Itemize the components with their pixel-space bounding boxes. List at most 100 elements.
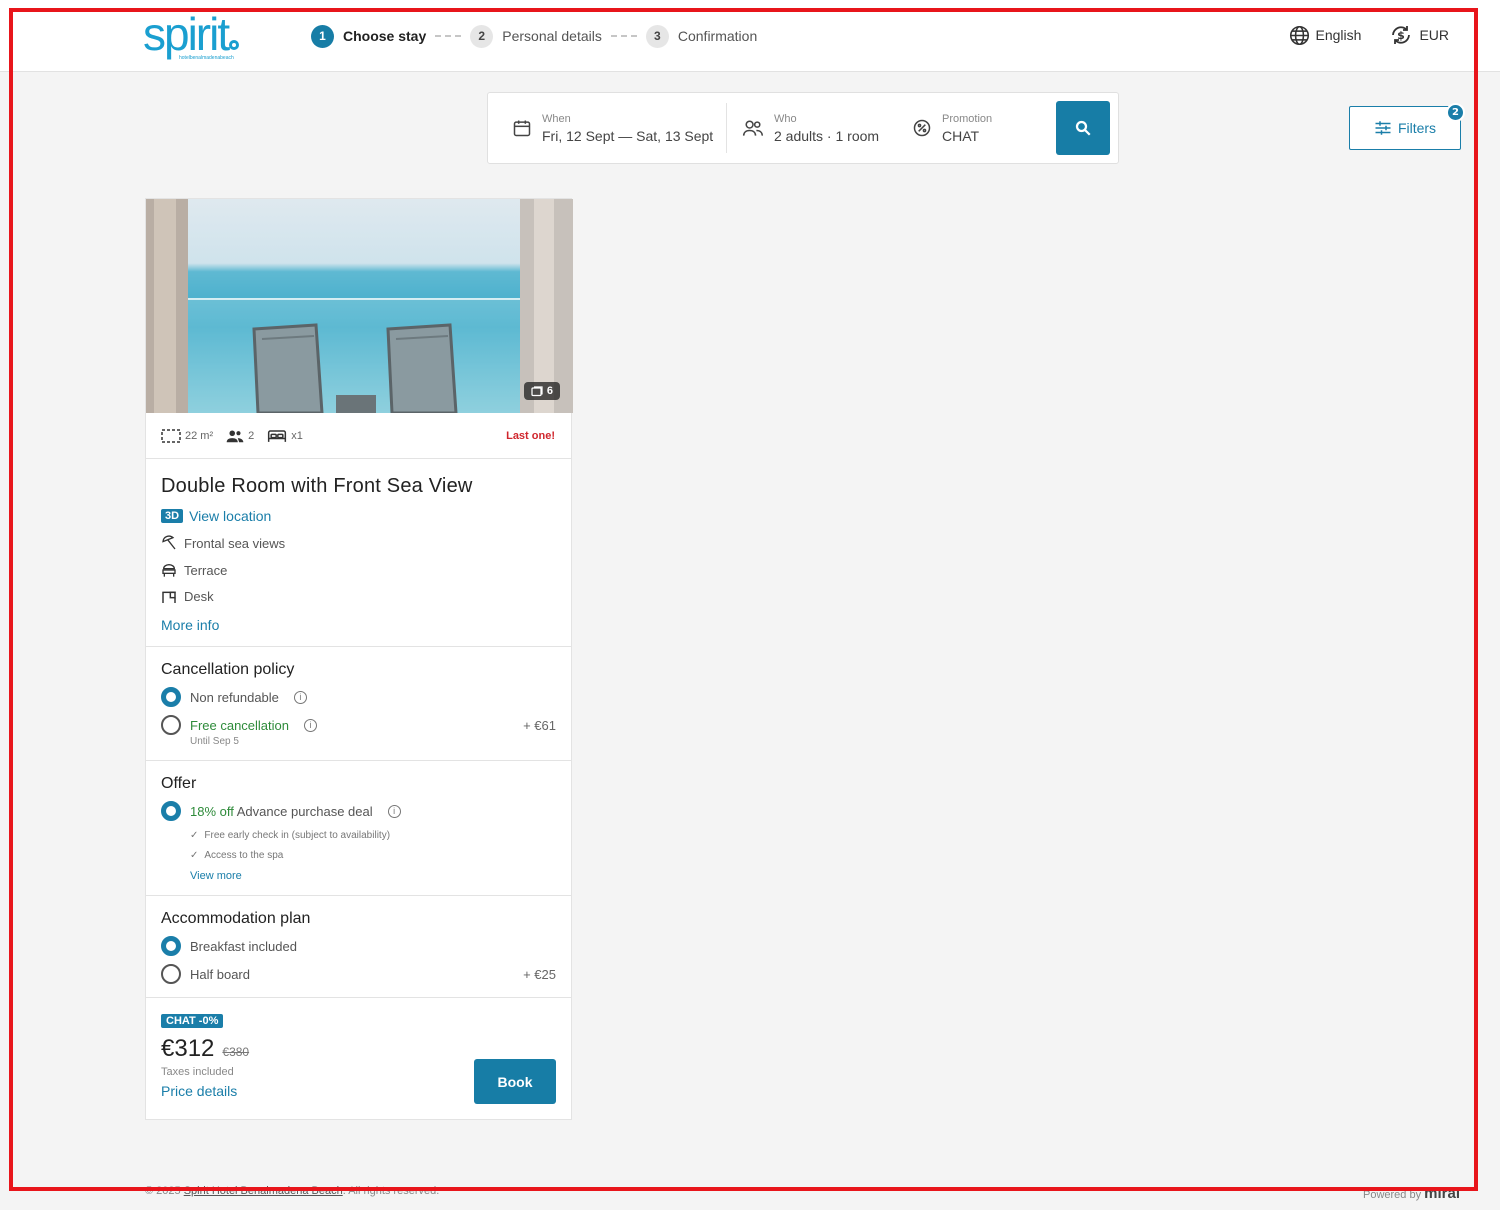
option-breakfast[interactable]: Breakfast included xyxy=(161,936,556,956)
step-separator xyxy=(435,35,462,37)
room-beds: x1 xyxy=(267,429,303,443)
photo-count: 6 xyxy=(546,385,553,397)
cancellation-policy-section: Cancellation policy Non refundable i Free… xyxy=(146,647,571,761)
who-value: 2 adults · 1 room xyxy=(774,127,880,144)
promotion-field[interactable]: Promotion CHAT xyxy=(912,93,992,163)
balcony-sea-view-image xyxy=(146,199,573,413)
radio-selected[interactable] xyxy=(161,936,181,956)
step-number: 1 xyxy=(311,24,334,48)
guests-icon xyxy=(226,429,244,442)
current-price: €312 xyxy=(161,1035,215,1062)
accommodation-plan-section: Accommodation plan Breakfast included Ha… xyxy=(146,896,571,998)
language-label: English xyxy=(1315,27,1362,43)
info-icon[interactable]: i xyxy=(293,690,307,704)
feature-sea-views: Frontal sea views xyxy=(161,535,556,551)
view-location-label: View location xyxy=(189,508,272,524)
option-advance-purchase[interactable]: 18% off Advance purchase deal i xyxy=(161,801,556,821)
view-location-link[interactable]: 3D View location xyxy=(161,508,556,524)
promo-tag: CHAT -0% xyxy=(161,1014,224,1028)
spirit-logo[interactable]: spirit hotelbenalmadenabeach xyxy=(143,11,267,62)
step-choose-stay: 1 Choose stay xyxy=(311,24,426,48)
filters-label: Filters xyxy=(1397,120,1437,136)
option-half-board[interactable]: Half board + €25 xyxy=(161,964,556,984)
room-photo[interactable]: 6 xyxy=(146,199,573,413)
desk-icon xyxy=(162,591,176,603)
step-number: 3 xyxy=(645,24,669,48)
filters-count-badge: 2 xyxy=(1446,103,1465,122)
option-surcharge: + €61 xyxy=(523,717,556,733)
header-controls: English $ EUR xyxy=(1289,23,1449,47)
guests-value: 2 xyxy=(248,429,255,442)
room-size: 22 m² xyxy=(161,428,214,443)
currency-selector[interactable]: $ EUR xyxy=(1389,23,1449,47)
option-label: Free cancellation xyxy=(190,717,289,733)
calendar-icon xyxy=(513,120,531,137)
radio-selected[interactable] xyxy=(161,687,181,707)
room-specs: 22 m² 2 x1 Last one! xyxy=(146,413,571,459)
svg-text:$: $ xyxy=(1398,29,1406,42)
info-icon[interactable]: i xyxy=(387,804,401,818)
view-more-link[interactable]: View more xyxy=(190,870,556,882)
bed-icon xyxy=(268,429,287,442)
logo-wordmark: spirit xyxy=(143,8,230,60)
search-bar: When Fri, 12 Sept — Sat, 13 Sept Who 2 a… xyxy=(487,92,1119,164)
when-field[interactable]: When Fri, 12 Sept — Sat, 13 Sept xyxy=(512,93,713,163)
powered-by[interactable]: Powered by mirai xyxy=(1363,1185,1460,1202)
room-size-icon xyxy=(161,428,181,443)
section-title: Cancellation policy xyxy=(161,661,295,678)
sliders-icon xyxy=(1375,121,1391,135)
currency-exchange-icon: $ xyxy=(1392,26,1411,44)
step-confirmation: 3 Confirmation xyxy=(645,24,757,48)
offer-discount: 18% off xyxy=(190,803,234,819)
who-field[interactable]: Who 2 adults · 1 room xyxy=(742,93,879,163)
availability-alert: Last one! xyxy=(506,429,555,442)
beds-value: x1 xyxy=(291,429,303,442)
photo-gallery-counter[interactable]: 6 xyxy=(523,382,560,400)
cancellation-deadline: Until Sep 5 xyxy=(190,736,239,747)
room-size-value: 22 m² xyxy=(185,429,214,442)
feature-desk: Desk xyxy=(161,589,556,604)
offer-section: Offer 18% off Advance purchase deal i ✓ Fr… xyxy=(146,761,571,896)
3d-badge: 3D xyxy=(161,509,184,523)
price-section: CHAT -0% €312 €380 Taxes included Price … xyxy=(146,998,571,1119)
language-selector[interactable]: English xyxy=(1289,23,1362,47)
check-icon: ✓ xyxy=(190,850,199,861)
check-icon: ✓ xyxy=(190,830,199,841)
logo-dot xyxy=(229,40,240,50)
offer-perk: ✓ Free early check in (subject to availab… xyxy=(190,830,556,841)
powered-by-label: Powered by xyxy=(1362,1189,1422,1201)
hotel-link[interactable]: Spirit Hotel Benalmadena Beach xyxy=(184,1185,343,1197)
option-surcharge: + €25 xyxy=(523,966,556,982)
copyright-prefix: © 2025 xyxy=(145,1185,181,1197)
book-button[interactable]: Book xyxy=(474,1059,556,1104)
feature-label: Desk xyxy=(184,589,214,604)
top-header: spirit hotelbenalmadenabeach 1 Choose st… xyxy=(0,0,1500,72)
feature-terrace: Terrace xyxy=(161,562,556,578)
room-info-section: Double Room with Front Sea View 3D View … xyxy=(146,459,571,647)
search-icon xyxy=(1075,120,1091,136)
room-card: 6 22 m² 2 x1 Last one! Double Room with … xyxy=(145,198,573,1120)
offer-label: Advance purchase deal xyxy=(236,803,373,819)
option-non-refundable[interactable]: Non refundable i xyxy=(161,687,556,707)
radio-selected[interactable] xyxy=(161,801,181,821)
option-free-cancellation[interactable]: Free cancellation i + €61 xyxy=(161,715,556,735)
step-personal-details: 2 Personal details xyxy=(470,24,602,48)
step-separator xyxy=(610,35,637,37)
more-info-link[interactable]: More info xyxy=(161,617,556,633)
feature-label: Frontal sea views xyxy=(184,535,286,551)
search-button[interactable] xyxy=(1056,101,1110,155)
currency-label: EUR xyxy=(1419,27,1449,43)
people-icon xyxy=(742,120,764,136)
field-divider xyxy=(726,103,727,153)
promotion-label: Promotion xyxy=(942,112,993,125)
info-icon[interactable]: i xyxy=(304,718,317,732)
filters-button[interactable]: Filters xyxy=(1349,106,1461,150)
option-label: Non refundable xyxy=(190,689,279,705)
footer: © 2025 Spirit Hotel Benalmadena Beach. A… xyxy=(145,1185,1460,1202)
beach-umbrella-icon xyxy=(162,535,176,550)
radio-unselected[interactable] xyxy=(161,964,181,984)
step-label: Personal details xyxy=(502,28,602,44)
globe-icon xyxy=(1289,25,1309,45)
terrace-icon xyxy=(162,564,176,577)
radio-unselected[interactable] xyxy=(161,715,181,735)
